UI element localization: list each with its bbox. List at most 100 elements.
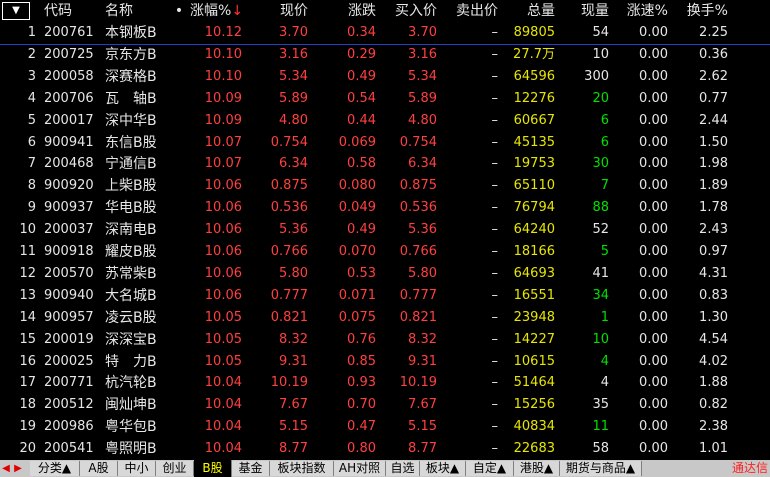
tab-1[interactable]: A股 <box>80 461 118 476</box>
table-row[interactable]: 7 200468 宁通信B 10.07 6.34 0.58 6.34 –19753 30 0.00… <box>0 153 770 175</box>
table-row[interactable]: 15 200019 深深宝B 10.05 8.32 0.76 8.32 –14227 10 0.0… <box>0 329 770 351</box>
cell-vol: 12276 <box>513 90 555 106</box>
table-row[interactable]: 18 200512 闽灿坤B 10.04 7.67 0.70 7.67 –15256 35 0.0… <box>0 394 770 416</box>
table-row[interactable]: 20 200541 粤照明B 10.04 8.77 0.80 8.77 –22683 58 0.0… <box>0 438 770 460</box>
cell-price: 3.16 <box>279 46 308 62</box>
tab-0[interactable]: 分类▲ <box>30 461 80 476</box>
table-row[interactable]: 3 200058 深赛格B 10.10 5.34 0.49 5.34 –64596 300 0.0… <box>0 66 770 88</box>
tab-next-icon[interactable]: ▶ <box>12 460 24 477</box>
table-row[interactable]: 9 900937 华电B股 10.06 0.536 0.049 0.536 –76794 88 0… <box>0 197 770 219</box>
col-price-header[interactable]: 现价 <box>250 0 308 22</box>
cell-turn: 1.88 <box>699 375 728 391</box>
col-bid-header[interactable]: 买入价 <box>380 0 437 22</box>
cell-speed: 0.00 <box>639 441 668 457</box>
cell-chg: 10.06 <box>204 244 242 259</box>
cell-name: 粤华包B <box>105 419 157 436</box>
col-diff-header[interactable]: 涨跌 <box>318 0 376 22</box>
cell-bid: 0.875 <box>399 178 437 194</box>
cell-diff: 0.080 <box>338 178 376 194</box>
table-row[interactable]: 13 900940 大名城B 10.06 0.777 0.071 0.777 –16551 34… <box>0 285 770 307</box>
tab-prev-icon[interactable]: ◀ <box>0 460 12 477</box>
col-code-header[interactable]: 代码 <box>44 0 104 22</box>
table-row[interactable]: 10 200037 深南电B 10.06 5.36 0.49 5.36 –64240 52 0.0… <box>0 219 770 241</box>
col-name-header[interactable]: 名称 <box>105 0 175 22</box>
cell-turn: 4.02 <box>699 353 728 369</box>
cell-speed: 0.00 <box>639 68 668 84</box>
tab-10[interactable]: 自定▲ <box>466 461 514 476</box>
cell-turn: 1.89 <box>699 178 728 194</box>
cell-name: 特 力B <box>105 353 157 370</box>
cell-cur: 6 <box>600 112 609 128</box>
tab-7[interactable]: AH对照 <box>334 461 386 476</box>
cell-diff: 0.44 <box>347 112 376 128</box>
cell-code: 900918 <box>44 244 94 259</box>
table-row[interactable]: 2 200725 京东方B 10.10 3.16 0.29 3.16 –27.7万 10 0.00… <box>0 44 770 66</box>
tab-11[interactable]: 港股▲ <box>514 461 560 476</box>
cell-code: 900941 <box>44 134 94 150</box>
tab-8[interactable]: 自选 <box>386 461 420 476</box>
table-row[interactable]: 17 200771 杭汽轮B 10.04 10.19 0.93 10.19 –51464 4 0.… <box>0 372 770 394</box>
cell-i: 2 <box>27 46 36 62</box>
cell-i: 11 <box>19 244 36 259</box>
cell-bid: 8.77 <box>408 441 437 457</box>
tab-2[interactable]: 中小 <box>118 461 156 476</box>
cell-chg: 10.06 <box>204 265 242 281</box>
table-row[interactable]: 5 200017 深中华B 10.09 4.80 0.44 4.80 –60667 6 0.00 2… <box>0 110 770 132</box>
cell-vol: 23948 <box>513 309 555 325</box>
tab-5[interactable]: 基金 <box>232 461 270 476</box>
col-volume-header[interactable]: 总量 <box>500 0 555 22</box>
cell-i: 6 <box>27 134 36 150</box>
tab-9[interactable]: 板块▲ <box>420 461 466 476</box>
col-cur-volume-header[interactable]: 现量 <box>558 0 609 22</box>
table-row[interactable]: 12 200570 苏常柴B 10.06 5.80 0.53 5.80 –64693 41 0.0… <box>0 263 770 285</box>
cell-i: 15 <box>19 331 36 347</box>
cell-ask: – <box>491 353 499 369</box>
cell-vol: 40834 <box>513 419 555 435</box>
cell-chg: 10.12 <box>204 25 242 40</box>
table-row[interactable]: 19 200986 粤华包B 10.04 5.15 0.47 5.15 –40834 11 0.0… <box>0 416 770 438</box>
table-row[interactable]: 1 200761 本钢板B 10.12 3.70 0.34 3.70 –89805 54 0.00… <box>0 22 770 44</box>
cell-i: 7 <box>27 156 36 172</box>
col-index-header <box>0 0 36 22</box>
cell-vol: 22683 <box>513 441 555 457</box>
tab-3[interactable]: 创业 <box>156 461 194 476</box>
cell-chg: 10.10 <box>204 68 242 84</box>
table-row[interactable]: 16 200025 特 力B 10.05 9.31 0.85 9.31 –10615 4 0.00… <box>0 351 770 373</box>
cell-vol: 64240 <box>513 222 555 238</box>
tab-4[interactable]: B股 <box>194 460 232 477</box>
table-row[interactable]: 4 200706 瓦 轴B 10.09 5.89 0.54 5.89 –12276 20 0.00… <box>0 88 770 110</box>
cell-bid: 8.32 <box>408 331 437 347</box>
cell-diff: 0.76 <box>347 331 376 347</box>
cell-diff: 0.49 <box>347 222 376 238</box>
col-turnover-header[interactable]: 换手% <box>672 0 728 22</box>
cell-bid: 10.19 <box>399 375 437 391</box>
col-dot-header[interactable]: • <box>172 0 186 22</box>
cell-vol: 18166 <box>513 244 555 259</box>
cell-diff: 0.49 <box>347 68 376 84</box>
table-row[interactable]: 6 900941 东信B股 10.07 0.754 0.069 0.754 –45135 6 0.… <box>0 132 770 154</box>
cell-name: 耀皮B股 <box>105 244 157 260</box>
cell-cur: 1 <box>600 309 609 325</box>
cell-speed: 0.00 <box>639 25 668 40</box>
cell-cur: 10 <box>592 331 609 347</box>
cell-cur: 4 <box>600 353 609 369</box>
col-speed-header[interactable]: 涨速% <box>612 0 668 22</box>
col-change-pct-header[interactable]: 涨幅%↓ <box>190 0 243 22</box>
table-row[interactable]: 11 900918 耀皮B股 10.06 0.766 0.070 0.766 –18166 5 0… <box>0 241 770 263</box>
tab-12[interactable]: 期货与商品▲ <box>560 461 642 476</box>
table-row[interactable]: 14 900957 凌云B股 10.05 0.821 0.075 0.821 –23948 1 0… <box>0 307 770 329</box>
cell-diff: 0.58 <box>347 156 376 172</box>
cell-price: 10.19 <box>270 375 308 391</box>
cell-code: 900957 <box>44 309 94 325</box>
market-tab-bar: ◀ ▶ 分类▲ A股 中小 创业 B股 基金 板块指数 AH对照 自选 板块▲ 自定▲ 港股▲ 期货与商… <box>0 460 770 477</box>
cell-i: 16 <box>19 353 36 369</box>
cell-turn: 0.36 <box>699 46 728 62</box>
col-ask-header[interactable]: 卖出价 <box>442 0 498 22</box>
cell-price: 0.777 <box>270 287 308 303</box>
cell-code: 200570 <box>44 265 94 281</box>
table-row[interactable]: 8 900920 上柴B股 10.06 0.875 0.080 0.875 –65110 7 0.… <box>0 175 770 197</box>
cell-price: 5.15 <box>279 419 308 435</box>
cell-price: 5.80 <box>279 265 308 281</box>
cell-code: 900920 <box>44 178 94 194</box>
tab-6[interactable]: 板块指数 <box>270 461 334 476</box>
